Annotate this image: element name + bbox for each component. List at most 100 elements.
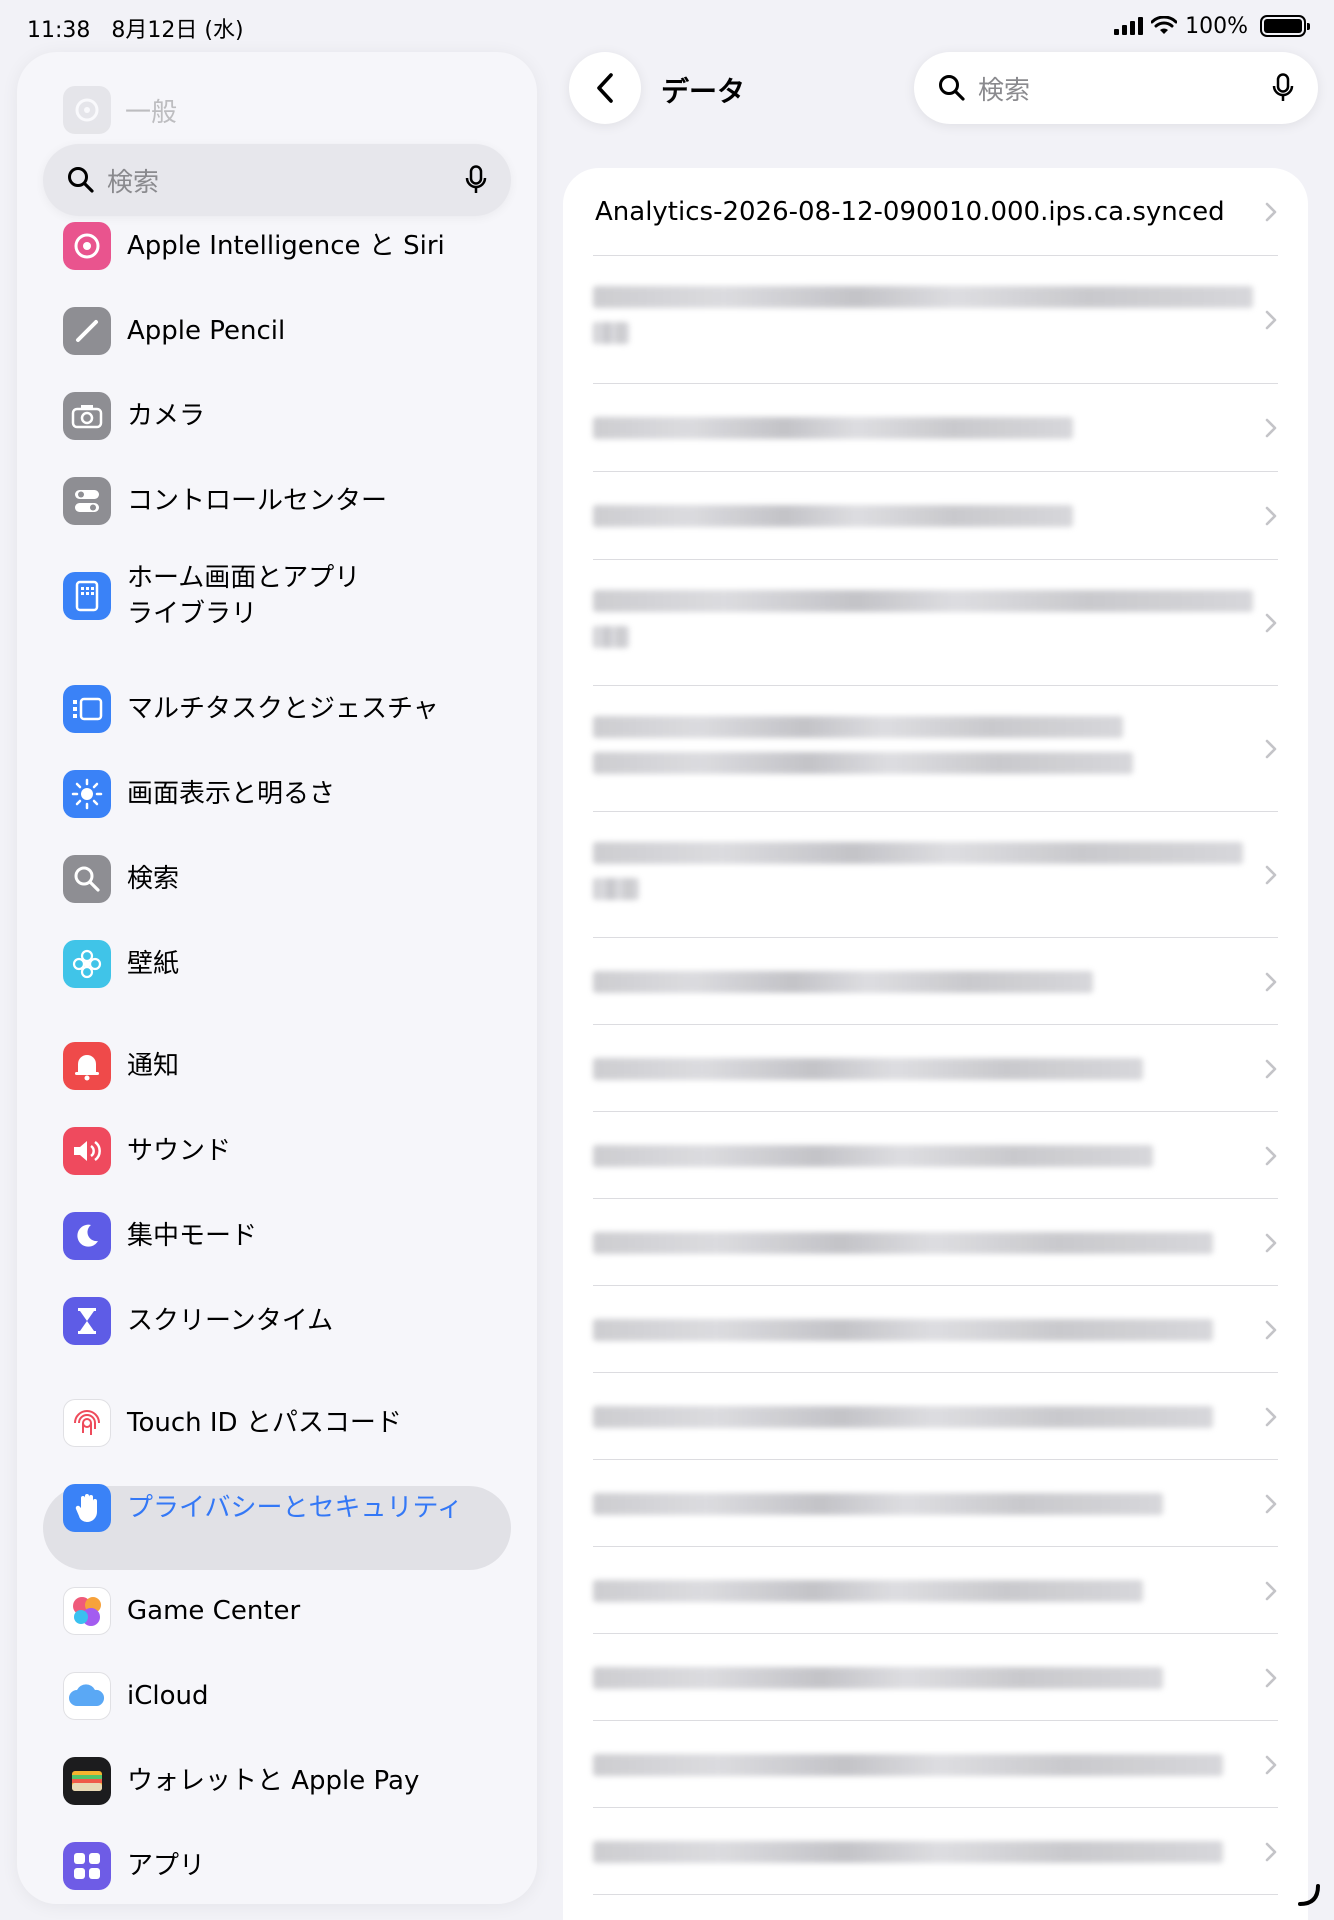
sidebar-item-label-line: Game Center [127, 1596, 301, 1626]
chevron-right-icon [1265, 1755, 1277, 1774]
back-button[interactable] [569, 52, 641, 124]
list-item[interactable] [563, 1199, 1308, 1286]
list-item[interactable] [563, 938, 1308, 1025]
sidebar-search-field[interactable]: 検索 [43, 144, 511, 216]
list-item[interactable] [563, 812, 1308, 938]
list-item[interactable] [563, 1025, 1308, 1112]
redacted-filename [593, 417, 1073, 439]
sidebar-search-placeholder: 検索 [107, 167, 160, 198]
sidebar-item[interactable]: 画面表示と明るさ [63, 770, 503, 818]
sidebar-item[interactable]: 検索 [63, 855, 503, 903]
list-item[interactable] [563, 1286, 1308, 1373]
sidebar-item[interactable]: ウォレットと Apple Pay [63, 1757, 503, 1805]
sidebar-item[interactable]: ホーム画面とアプリ ライブラリ [63, 560, 503, 632]
chevron-right-icon [1265, 1668, 1277, 1687]
list-item[interactable] [563, 686, 1308, 812]
sidebar-item-label-line: ウォレットと Apple Pay [127, 1766, 420, 1796]
redacted-filename [593, 878, 639, 900]
sidebar-item-label-line: ライブラリ [127, 599, 258, 629]
list-item[interactable] [563, 472, 1308, 560]
sidebar-item-general[interactable]: 一般 [63, 86, 177, 134]
sidebar-item[interactable]: アプリ [63, 1842, 503, 1890]
list-item[interactable] [563, 1547, 1308, 1634]
chevron-left-icon [597, 73, 613, 103]
sidebar-item-label: Apple Pencil [127, 313, 285, 349]
chevron-right-icon [1265, 1842, 1277, 1861]
redacted-filename [593, 322, 629, 344]
sidebar-item[interactable]: マルチタスクとジェスチャ [63, 685, 503, 733]
sidebar-item[interactable]: 通知 [63, 1042, 503, 1090]
microphone-icon[interactable] [465, 165, 487, 195]
hand-icon [63, 1484, 111, 1532]
chevron-right-icon [1265, 865, 1277, 885]
sidebar-item[interactable]: 壁紙 [63, 940, 503, 988]
list-item[interactable] [563, 384, 1308, 472]
sidebar-item-label: Apple Intelligence と Siri [127, 228, 445, 264]
sidebar-item[interactable]: Apple Intelligence と Siri [63, 222, 503, 270]
list-item[interactable] [563, 1112, 1308, 1199]
list-item[interactable] [563, 1634, 1308, 1721]
sidebar-item-label-line: スクリーンタイム [127, 1306, 334, 1336]
list-item[interactable] [563, 1721, 1308, 1808]
sidebar-item-label: スクリーンタイム [127, 1303, 333, 1339]
chevron-right-icon [1265, 1581, 1277, 1600]
sidebar-item-label-line: 集中モード [127, 1221, 258, 1251]
search-icon [939, 75, 965, 101]
sidebar-item[interactable]: iCloud [63, 1672, 503, 1720]
bell-icon [63, 1042, 111, 1090]
redacted-filename [593, 716, 1123, 738]
gear-icon [63, 86, 111, 134]
list-item[interactable] [563, 256, 1308, 384]
sidebar-item[interactable]: プライバシーとセキュリティ [63, 1484, 503, 1532]
sidebar-item[interactable]: コントロールセンター [63, 477, 503, 525]
sidebar-item[interactable]: Touch ID とパスコード [63, 1399, 503, 1447]
sidebar-item-label-line: 検索 [127, 864, 180, 894]
list-item[interactable] [563, 560, 1308, 686]
game-center-icon [63, 1587, 111, 1635]
sidebar-item[interactable]: カメラ [63, 392, 503, 440]
search-icon [63, 855, 111, 903]
microphone-icon[interactable] [1272, 73, 1294, 103]
sidebar-item-label-line: iCloud [127, 1681, 209, 1711]
sparkle-icon [63, 222, 111, 270]
page-title: データ [661, 75, 746, 108]
cloud-icon [63, 1672, 111, 1720]
chevron-right-icon [1265, 1494, 1277, 1513]
sidebar-item-label-line: 画面表示と明るさ [127, 779, 336, 809]
sidebar-item-label: 通知 [127, 1048, 179, 1084]
search-input[interactable]: 検索 [914, 52, 1318, 124]
battery-percent: 100% [1185, 13, 1248, 39]
search-placeholder: 検索 [978, 75, 1031, 106]
list-item[interactable]: Analytics-2026-08-12-090010.000.ips.ca.s… [563, 168, 1308, 256]
sidebar-item-label-line: Apple Intelligence と Siri [127, 231, 445, 261]
list-item[interactable] [563, 1808, 1308, 1895]
speaker-icon [63, 1127, 111, 1175]
sidebar-item[interactable]: Apple Pencil [63, 307, 503, 355]
sidebar-item[interactable]: 集中モード [63, 1212, 503, 1260]
redacted-filename [593, 590, 1253, 612]
data-file-list: Analytics-2026-08-12-090010.000.ips.ca.s… [563, 168, 1308, 1920]
sidebar-item-label: サウンド [127, 1133, 231, 1169]
apps-icon [63, 1842, 111, 1890]
cellular-signal-icon [1114, 17, 1144, 35]
sidebar-item[interactable]: サウンド [63, 1127, 503, 1175]
moon-icon [63, 1212, 111, 1260]
sidebar-item-label: Game Center [127, 1593, 300, 1629]
wifi-icon [1151, 16, 1178, 34]
sidebar-item-label: 一般 [125, 97, 178, 128]
sidebar-item-label-line: ホーム画面とアプリ [127, 563, 361, 593]
sidebar-item[interactable]: スクリーンタイム [63, 1297, 503, 1345]
status-time: 11:38 [27, 18, 91, 43]
sidebar-item[interactable]: Game Center [63, 1587, 503, 1635]
redacted-filename [593, 1667, 1163, 1689]
list-item[interactable] [563, 1460, 1308, 1547]
chevron-right-icon [1265, 613, 1277, 633]
battery-icon [1260, 15, 1310, 37]
list-item-filename: Analytics-2026-08-12-090010.000.ips.ca.s… [595, 197, 1225, 227]
redacted-filename [593, 1319, 1213, 1341]
redacted-filename [593, 1406, 1213, 1428]
redacted-filename [593, 1145, 1153, 1167]
sidebar-item-label-line: プライバシーとセキュリティ [127, 1493, 463, 1523]
list-item[interactable] [563, 1373, 1308, 1460]
chevron-right-icon [1265, 1407, 1277, 1426]
